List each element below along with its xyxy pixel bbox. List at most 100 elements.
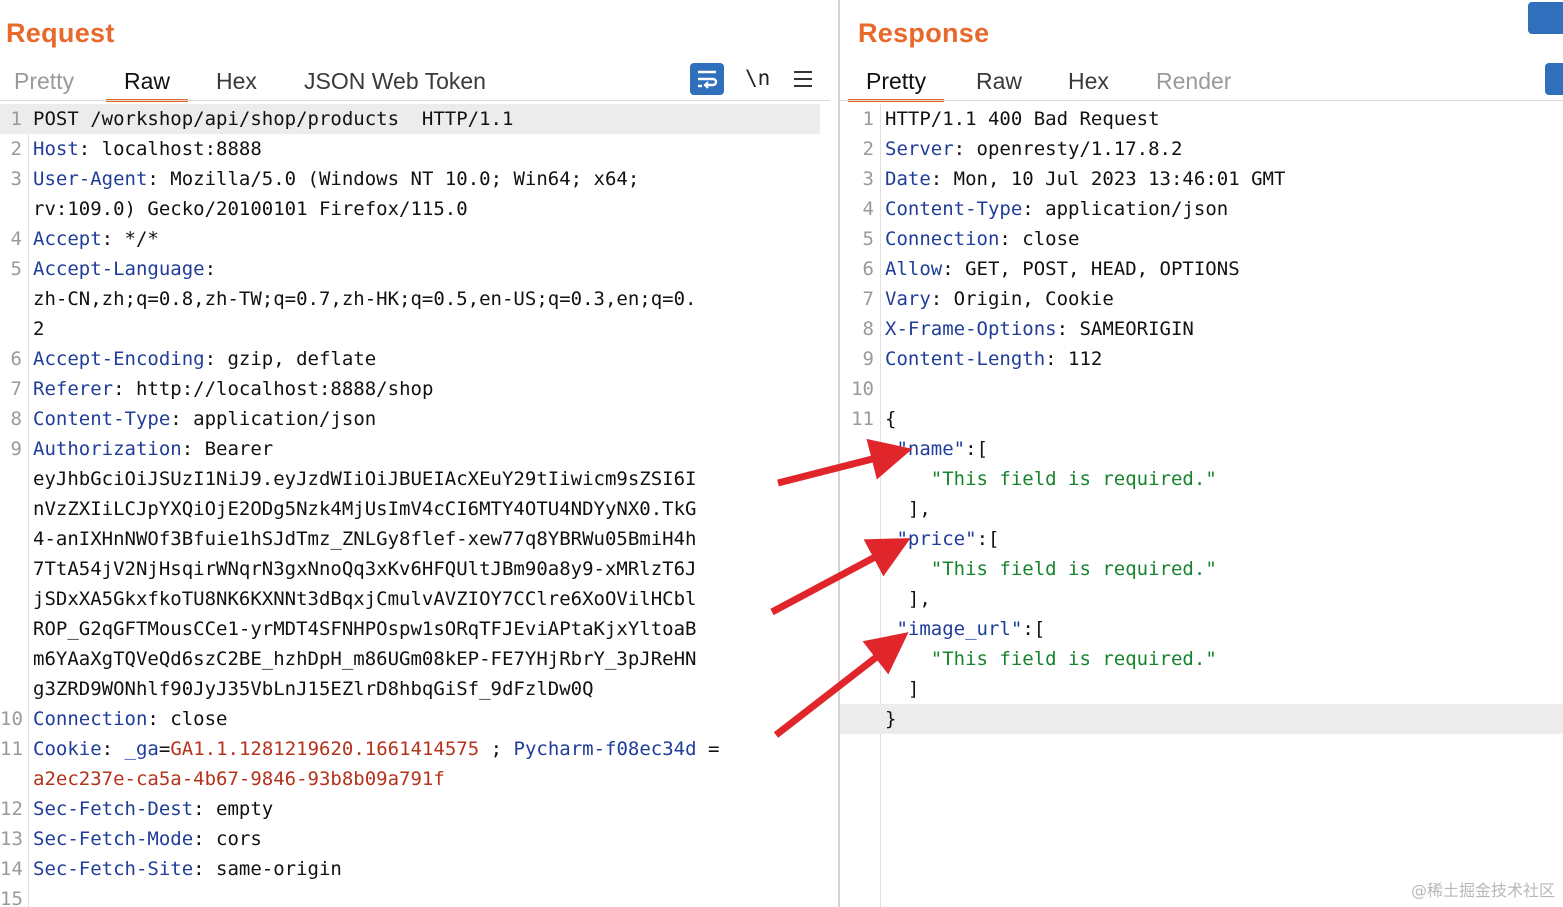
line-text: "name":[ — [885, 434, 988, 464]
json-key: price — [907, 528, 966, 550]
code-line: 5 Accept-Language: — [0, 254, 820, 284]
line-number: 15 — [0, 888, 23, 907]
header-value: GET, POST, HEAD, OPTIONS — [965, 258, 1240, 280]
tab-pretty[interactable]: Pretty — [847, 62, 945, 102]
header-name: Connection — [885, 228, 1000, 250]
header-separator: : — [930, 168, 954, 190]
line-text: Connection: close — [885, 224, 1079, 254]
header-value: localhost:8888 — [101, 138, 262, 160]
code-line: 7TtA54jV2NjHsqirWNqrN3gxNnoQq3xKv6HFQUlt… — [0, 554, 820, 584]
line-content: jSDxXA5GkxfkoTU8NK6KXNNt3dBqxjCmulvAVZIO… — [33, 588, 697, 610]
header-separator: : — [193, 828, 217, 850]
tab-json-web-token[interactable]: JSON Web Token — [304, 62, 486, 100]
code-line: zh-CN,zh;q=0.8,zh-TW;q=0.7,zh-HK;q=0.5,e… — [0, 284, 820, 314]
header-name: X-Frame-Options — [885, 318, 1057, 340]
code-line: ] — [840, 674, 1563, 704]
code-line: 8 X-Frame-Options: SAMEORIGIN — [840, 314, 1563, 344]
header-separator: : — [1056, 318, 1080, 340]
tabs-divider — [840, 100, 1563, 101]
code-line: 3 Date: Mon, 10 Jul 2023 13:46:01 GMT — [840, 164, 1563, 194]
line-text: "price":[ — [885, 524, 999, 554]
json-string: This field is required. — [942, 648, 1206, 670]
line-text: Accept-Encoding: gzip, deflate — [33, 344, 376, 374]
line-text: Vary: Origin, Cookie — [885, 284, 1114, 314]
line-number: 7 — [10, 378, 22, 400]
json-string: This field is required. — [942, 558, 1206, 580]
header-value: http://localhost:8888/shop — [135, 378, 434, 400]
header-value: SAMEORIGIN — [1079, 318, 1194, 340]
header-name: Content-Type — [33, 408, 171, 430]
line-text: Accept-Language: — [33, 254, 227, 284]
line-text: Accept: */* — [33, 224, 159, 254]
line-text: "This field is required." — [885, 554, 1217, 584]
header-name: Vary — [885, 288, 931, 310]
code-line: 10 Connection: close — [0, 704, 820, 734]
header-value: cors — [216, 828, 262, 850]
code-line: 1 HTTP/1.1 400 Bad Request — [840, 104, 1563, 134]
header-name: Accept-Language — [33, 258, 205, 280]
code-line: "price":[ — [840, 524, 1563, 554]
hamburger-menu-icon[interactable] — [792, 63, 814, 95]
code-line: 14 Sec-Fetch-Site: same-origin — [0, 854, 820, 884]
line-number: 1 — [862, 108, 874, 130]
header-value: Mozilla/5.0 (Windows NT 10.0; Win64; x64… — [170, 168, 640, 190]
wrap-text-icon[interactable] — [1545, 63, 1563, 95]
line-number: 11 — [0, 738, 23, 760]
tabs-divider — [0, 100, 830, 101]
code-line: ], — [840, 494, 1563, 524]
line-text: Sec-Fetch-Dest: empty — [33, 794, 273, 824]
tab-hex[interactable]: Hex — [216, 62, 257, 100]
line-number: 13 — [0, 828, 23, 850]
json-quote: " — [1205, 558, 1217, 580]
header-separator: : — [999, 228, 1023, 250]
code-line: "This field is required." — [840, 554, 1563, 584]
code-line: 13 Sec-Fetch-Mode: cors — [0, 824, 820, 854]
code-line: ROP_G2qGFTMousCCe1-yrMDT4SFNHPOspw1sORqT… — [0, 614, 820, 644]
line-content: ] — [885, 678, 920, 700]
wrap-text-button[interactable] — [690, 63, 724, 95]
json-quote: " — [896, 528, 908, 550]
header-name: Referer — [33, 378, 114, 400]
line-text: ROP_G2qGFTMousCCe1-yrMDT4SFNHPOspw1sORqT… — [33, 614, 696, 644]
line-text: g3ZRD9WONhlf90JyJ35VbLnJ15EZlrD8hbqGiSf_… — [33, 674, 594, 704]
code-line: 2 Server: openresty/1.17.8.2 — [840, 134, 1563, 164]
code-line: m6YAaXgTQVeQd6szC2BE_hzhDpH_m86UGm08kEP-… — [0, 644, 820, 674]
code-line: 9 Authorization: Bearer — [0, 434, 820, 464]
line-text: zh-CN,zh;q=0.8,zh-TW;q=0.7,zh-HK;q=0.5,e… — [33, 284, 696, 314]
line-content: ], — [885, 588, 931, 610]
header-separator: : — [942, 258, 966, 280]
line-text: Content-Type: application/json — [885, 194, 1228, 224]
header-name: Sec-Fetch-Dest — [33, 798, 194, 820]
line-content: 7TtA54jV2NjHsqirWNqrN3gxNnoQq3xKv6HFQUlt… — [33, 558, 697, 580]
code-line: 7 Referer: http://localhost:8888/shop — [0, 374, 820, 404]
show-newlines-button[interactable]: \n — [745, 62, 770, 94]
header-value: gzip, deflate — [227, 348, 377, 370]
tab-raw[interactable]: Raw — [105, 62, 189, 102]
header-value: empty — [216, 798, 274, 820]
header-name: Server — [885, 138, 954, 160]
json-indent: " — [885, 648, 943, 670]
code-line: 11 { — [840, 404, 1563, 434]
tab-raw[interactable]: Raw — [976, 62, 1022, 100]
tab-render[interactable]: Render — [1156, 62, 1231, 100]
line-number: 6 — [10, 348, 22, 370]
line-content: 4-anIXHnNWOf3Bfuie1hSJdTmz_ZNLGy8flef-xe… — [33, 528, 697, 550]
code-line: } — [840, 704, 1563, 734]
equals: = — [696, 738, 720, 760]
line-text: 4-anIXHnNWOf3Bfuie1hSJdTmz_ZNLGy8flef-xe… — [33, 524, 696, 554]
json-string: This field is required. — [942, 468, 1206, 490]
header-separator: : — [193, 798, 217, 820]
code-line: 5 Connection: close — [840, 224, 1563, 254]
cookie-name: Pycharm-f08ec34d — [513, 738, 697, 760]
line-content: m6YAaXgTQVeQd6szC2BE_hzhDpH_m86UGm08kEP-… — [33, 648, 697, 670]
json-quote: " — [1010, 618, 1023, 640]
line-number: 2 — [862, 138, 874, 160]
json-punct: :[ — [976, 528, 1000, 550]
line-number: 8 — [10, 408, 22, 430]
header-separator: : — [930, 288, 954, 310]
line-number: 10 — [0, 708, 23, 730]
layout-toggle-icon[interactable] — [1528, 2, 1563, 34]
tab-pretty[interactable]: Pretty — [14, 62, 74, 100]
tab-hex[interactable]: Hex — [1068, 62, 1109, 100]
header-name: Cookie — [33, 738, 102, 760]
